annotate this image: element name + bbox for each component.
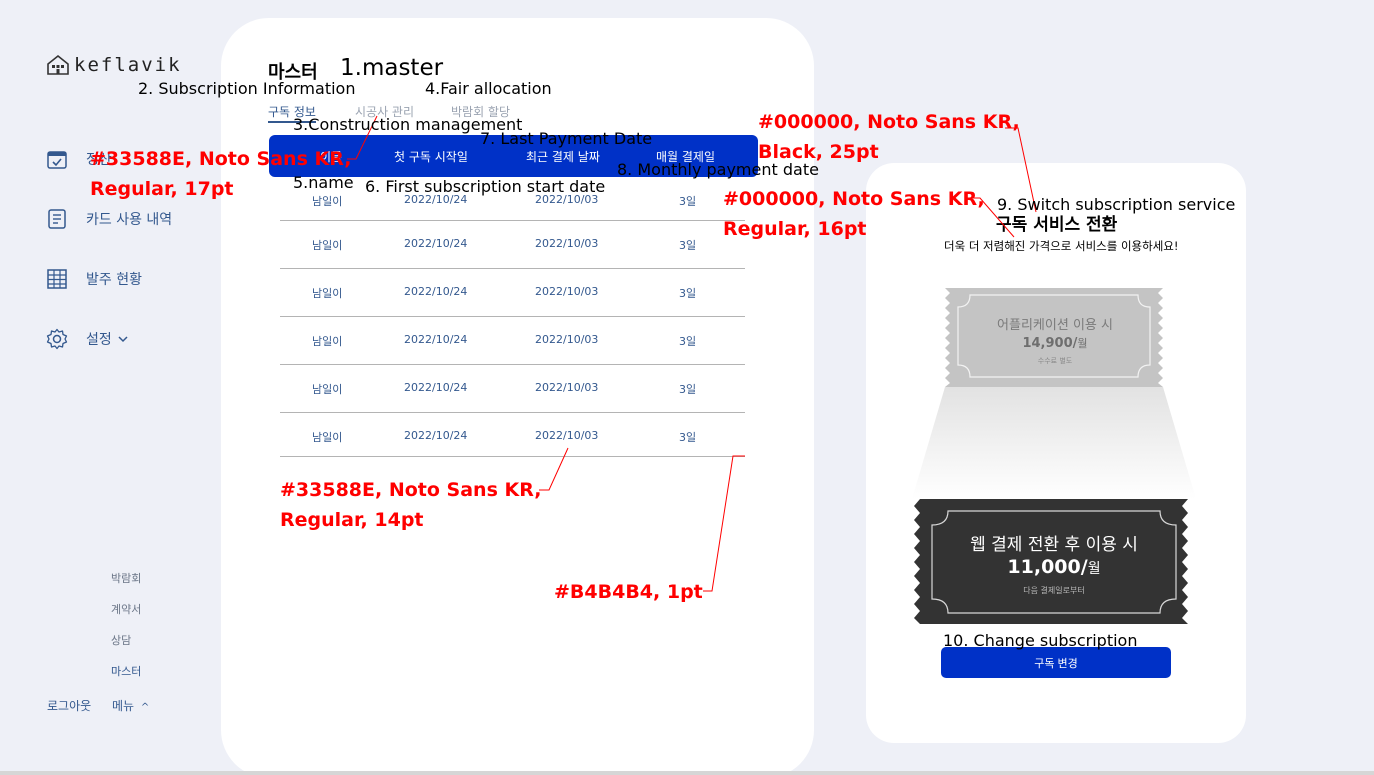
spec-line: #000000, Noto Sans KR, <box>758 111 1020 133</box>
submenu-consult[interactable]: 상담 <box>111 632 131 648</box>
cell-monthly-payment: 3일 <box>679 239 697 252</box>
annotation-spec-subtitle: #000000, Noto Sans KR, Regular, 16pt <box>723 184 985 244</box>
sidebar-item-order-status[interactable]: 발주 현황 <box>46 268 142 290</box>
menu-toggle[interactable]: 메뉴 ^ <box>112 697 149 714</box>
cell-name: 남일이 <box>312 239 343 252</box>
column-header-first-start[interactable]: 첫 구독 시작일 <box>394 148 468 165</box>
cell-monthly-payment: 3일 <box>679 383 697 396</box>
column-header-last-payment[interactable]: 최근 결제 날짜 <box>526 148 600 165</box>
annotation-switch-service: 9. Switch subscription service <box>997 195 1236 214</box>
submenu-expo[interactable]: 박람회 <box>111 570 141 586</box>
cell-monthly-payment: 3일 <box>679 335 697 348</box>
web-ticket-label: 웹 결제 전환 후 이용 시 <box>970 535 1138 555</box>
cell-last-payment: 2022/10/03 <box>535 237 599 250</box>
cell-name: 남일이 <box>312 335 343 348</box>
cell-first-start: 2022/10/24 <box>404 429 468 442</box>
window-bottom-edge <box>0 771 1374 775</box>
table-row[interactable]: 남일이 2022/10/24 2022/10/03 3일 <box>280 365 745 413</box>
cell-monthly-payment: 3일 <box>679 287 697 300</box>
annotation-last-payment: 7. Last Payment Date <box>480 129 653 148</box>
annotation-change-subscription: 10. Change subscription <box>943 631 1138 650</box>
annotation-spec-divider: #B4B4B4, 1pt <box>554 581 703 603</box>
cell-first-start: 2022/10/24 <box>404 381 468 394</box>
cell-name: 남일이 <box>312 383 343 396</box>
sidebar-item-settings[interactable]: 설정 <box>46 328 128 350</box>
web-price-value: 11,000/ <box>1007 556 1088 578</box>
app-ticket-note: 수수료 별도 <box>1037 357 1073 365</box>
cell-first-start: 2022/10/24 <box>404 285 468 298</box>
app-price-unit: 월 <box>1077 337 1088 350</box>
cell-name: 남일이 <box>312 287 343 300</box>
web-ticket-note: 다음 결제일로부터 <box>1023 586 1085 595</box>
app-ticket-label: 어플리케이션 이용 시 <box>997 318 1113 333</box>
chevron-up-icon: ^ <box>140 702 150 713</box>
spec-line: #000000, Noto Sans KR, <box>723 188 985 210</box>
spreadsheet-grid-icon <box>46 268 68 290</box>
annotation-subscription-info: 2. Subscription Information <box>138 79 356 98</box>
app-price-value: 14,900/ <box>1022 336 1078 351</box>
cell-monthly-payment: 3일 <box>679 195 697 208</box>
annotation-fair-allocation: 4.Fair allocation <box>425 79 552 98</box>
table-row[interactable]: 남일이 2022/10/24 2022/10/03 3일 <box>280 413 745 457</box>
submenu-master[interactable]: 마스터 <box>111 663 141 679</box>
logout-link[interactable]: 로그아웃 <box>47 697 91 714</box>
web-ticket-price: 11,000/월 <box>934 556 1174 578</box>
logo-text: keflavik <box>74 54 182 76</box>
cell-last-payment: 2022/10/03 <box>535 285 599 298</box>
gear-icon <box>46 328 68 350</box>
calendar-check-icon <box>46 148 68 170</box>
cell-last-payment: 2022/10/03 <box>535 381 599 394</box>
annotation-spec-nav: #33588E, Noto Sans KR, Regular, 17pt <box>90 144 351 204</box>
annotation-spec-title: #000000, Noto Sans KR, Black, 25pt <box>758 107 1020 167</box>
table-row[interactable]: 남일이 2022/10/24 2022/10/03 3일 <box>280 269 745 317</box>
annotation-spec-table: #33588E, Noto Sans KR, Regular, 14pt <box>280 475 541 535</box>
app-ticket-price: 14,900/월 <box>960 335 1150 351</box>
sidebar-item-label: 카드 사용 내역 <box>86 212 173 228</box>
cell-monthly-payment: 3일 <box>679 431 697 444</box>
cell-first-start: 2022/10/24 <box>404 333 468 346</box>
chevron-down-icon <box>118 336 128 343</box>
submenu-contract[interactable]: 계약서 <box>111 601 141 617</box>
change-subscription-button[interactable]: 구독 변경 <box>941 647 1171 678</box>
cell-last-payment: 2022/10/03 <box>535 429 599 442</box>
spec-line: #33588E, Noto Sans KR, <box>280 479 542 501</box>
table-row[interactable]: 남일이 2022/10/24 2022/10/03 3일 <box>280 317 745 365</box>
sidebar-item-card-usage[interactable]: 카드 사용 내역 <box>46 208 172 230</box>
table-row[interactable]: 남일이 2022/10/24 2022/10/03 3일 <box>280 221 745 269</box>
receipt-list-icon <box>46 208 68 230</box>
spec-line: Black, 25pt <box>758 141 879 163</box>
annotation-master: 1.master <box>340 55 444 81</box>
logo[interactable]: keflavik <box>46 54 182 76</box>
cell-name: 남일이 <box>312 431 343 444</box>
spec-line: #33588E, Noto Sans KR, <box>90 148 352 170</box>
house-icon <box>47 54 69 75</box>
spec-line: Regular, 16pt <box>723 218 867 240</box>
sidebar-item-label: 발주 현황 <box>86 272 142 288</box>
web-price-unit: 월 <box>1087 561 1101 577</box>
spec-line: Regular, 14pt <box>280 509 424 531</box>
cell-last-payment: 2022/10/03 <box>535 333 599 346</box>
cell-first-start: 2022/10/24 <box>404 237 468 250</box>
sidebar-item-label: 설정 <box>86 332 112 348</box>
menu-label: 메뉴 <box>112 699 135 713</box>
spec-line: Regular, 17pt <box>90 178 234 200</box>
annotation-first-start: 6. First subscription start date <box>365 177 606 196</box>
